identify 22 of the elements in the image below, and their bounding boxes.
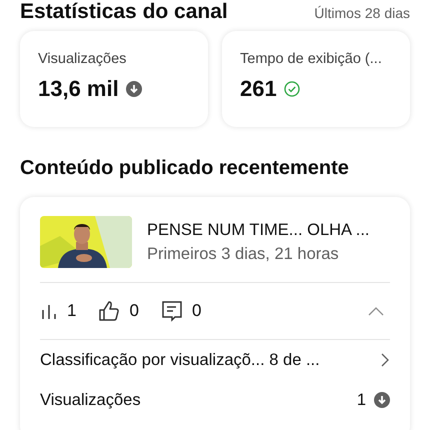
chevron-up-icon[interactable]: [368, 306, 384, 316]
video-title[interactable]: PENSE NUM TIME... OLHA ...: [147, 220, 370, 240]
period-label: Últimos 28 dias: [314, 5, 410, 21]
stat-card[interactable]: Tempo de exibição (... 261: [222, 31, 410, 127]
stat-value: 13,6 mil: [38, 76, 119, 102]
row-label[interactable]: Classificação por visualizaçõ... 8 de ...: [40, 350, 320, 370]
thumbs-up-icon[interactable]: [98, 300, 120, 322]
section-title: Conteúdo publicado recentemente: [19, 156, 350, 181]
video-subtitle: Primeiros 3 dias, 21 horas: [147, 244, 340, 264]
chevron-right-icon[interactable]: [381, 353, 390, 367]
stat-label: Visualizações: [38, 51, 128, 67]
row-label: Visualizações: [40, 390, 141, 410]
stat-label: Tempo de exibição (...: [240, 51, 383, 67]
metric-value: 1: [67, 301, 76, 321]
stat-value: 261: [240, 76, 277, 102]
metric-value: 0: [192, 301, 202, 321]
bar-chart-icon: [40, 302, 58, 320]
section-title: Estatísticas do canal: [20, 0, 228, 24]
stat-card[interactable]: Visualizações 13,6 mil: [20, 31, 208, 127]
row-value: 1: [356, 390, 366, 410]
metric-value: 0: [129, 301, 139, 321]
comment-icon[interactable]: [160, 300, 183, 322]
